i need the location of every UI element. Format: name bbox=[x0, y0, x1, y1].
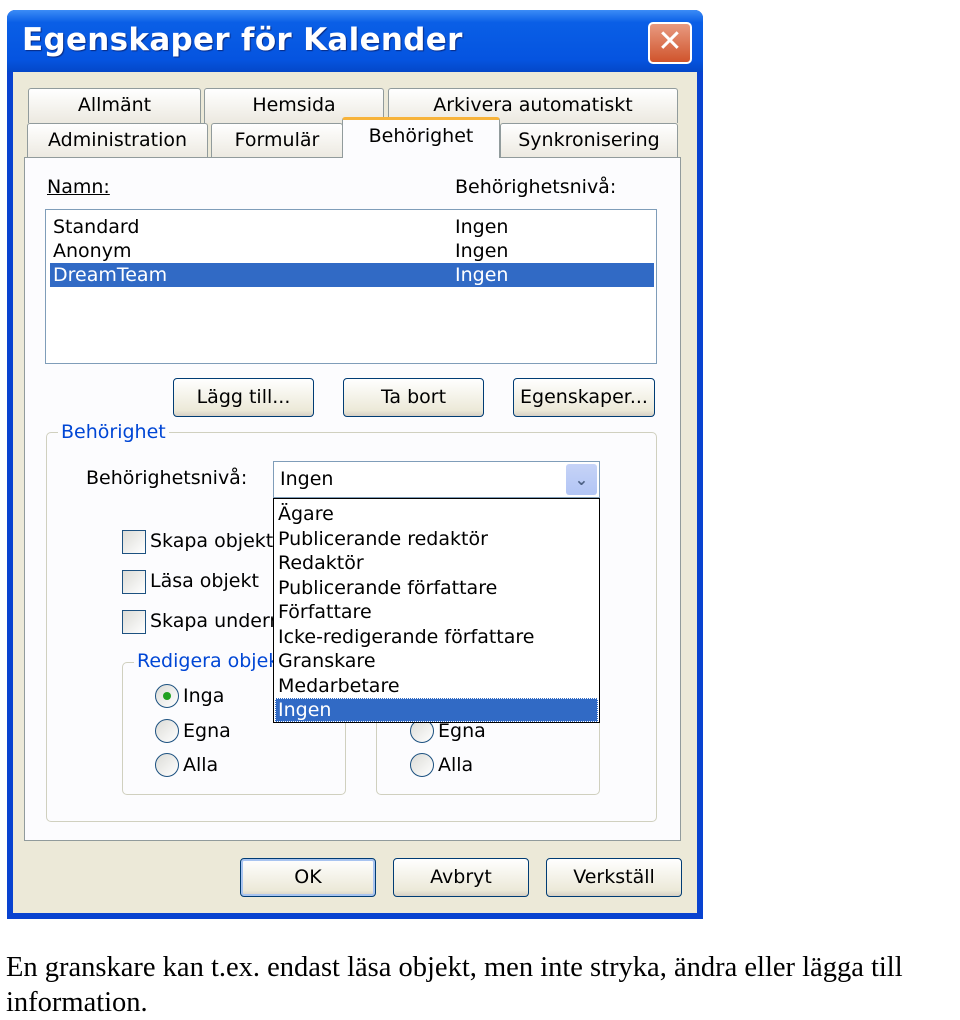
read-items-label: Läsa objekt bbox=[150, 570, 259, 592]
row-name: Anonym bbox=[53, 240, 132, 262]
option-granskare[interactable]: Granskare bbox=[275, 649, 598, 673]
create-subfolders-label: Skapa underm bbox=[150, 610, 288, 632]
row-name: DreamTeam bbox=[53, 264, 168, 286]
tab-synkronisering[interactable]: Synkronisering bbox=[500, 123, 678, 158]
option-forfattare[interactable]: Författare bbox=[275, 600, 598, 624]
permission-group-title: Behörighet bbox=[58, 421, 169, 443]
level-combobox[interactable]: Ingen ⌄ bbox=[273, 461, 600, 498]
edit-none-radio[interactable] bbox=[155, 684, 179, 708]
close-icon: ✕ bbox=[657, 24, 683, 59]
create-subfolders-checkbox[interactable] bbox=[122, 610, 146, 634]
close-button[interactable]: ✕ bbox=[648, 22, 692, 64]
add-button[interactable]: Lägg till... bbox=[173, 378, 314, 417]
option-publicerande-forfattare[interactable]: Publicerande författare bbox=[275, 576, 598, 600]
row-level: Ingen bbox=[455, 216, 509, 238]
delete-all-radio[interactable] bbox=[410, 753, 434, 777]
edit-own-label: Egna bbox=[183, 720, 231, 742]
edit-all-label: Alla bbox=[183, 754, 219, 776]
delete-all-label: Alla bbox=[438, 754, 474, 776]
tab-administration[interactable]: Administration bbox=[27, 123, 208, 158]
properties-button[interactable]: Egenskaper... bbox=[513, 378, 655, 417]
name-column-header: Namn: bbox=[47, 176, 110, 198]
option-ingen-selected[interactable]: Ingen bbox=[275, 698, 598, 722]
edit-items-group-title: Redigera objek bbox=[134, 650, 283, 672]
chevron-down-icon[interactable]: ⌄ bbox=[566, 464, 597, 495]
read-items-checkbox[interactable] bbox=[122, 570, 146, 594]
option-medarbetare[interactable]: Medarbetare bbox=[275, 674, 598, 698]
window-title: Egenskaper för Kalender bbox=[22, 22, 463, 58]
apply-button[interactable]: Verkställ bbox=[546, 858, 682, 897]
level-column-header: Behörighetsnivå: bbox=[455, 176, 617, 198]
edit-all-radio[interactable] bbox=[155, 753, 179, 777]
cancel-button[interactable]: Avbryt bbox=[393, 858, 529, 897]
delete-own-label: Egna bbox=[438, 720, 486, 742]
list-row-selected[interactable]: DreamTeam Ingen bbox=[50, 263, 654, 287]
edit-none-label: Inga bbox=[183, 685, 225, 707]
option-agare[interactable]: Ägare bbox=[275, 502, 598, 526]
create-items-label: Skapa objekt bbox=[150, 530, 274, 552]
option-publicerande-redaktor[interactable]: Publicerande redaktör bbox=[275, 527, 598, 551]
row-name: Standard bbox=[53, 216, 140, 238]
tab-formular[interactable]: Formulär bbox=[211, 123, 343, 158]
row-level: Ingen bbox=[455, 240, 509, 262]
remove-button[interactable]: Ta bort bbox=[343, 378, 484, 417]
permissions-listbox[interactable]: Standard Ingen Anonym Ingen DreamTeam Ingen bbox=[45, 209, 657, 364]
list-row[interactable]: Anonym Ingen bbox=[50, 239, 654, 263]
edit-own-radio[interactable] bbox=[155, 719, 179, 743]
level-label: Behörighetsnivå: bbox=[86, 467, 248, 489]
list-row[interactable]: Standard Ingen bbox=[50, 215, 654, 239]
tab-behorighet[interactable]: Behörighet bbox=[342, 117, 500, 158]
ok-button[interactable]: OK bbox=[240, 858, 376, 897]
option-redaktor[interactable]: Redaktör bbox=[275, 551, 598, 575]
tab-allmant[interactable]: Allmänt bbox=[28, 88, 201, 123]
create-items-checkbox[interactable] bbox=[122, 530, 146, 554]
level-dropdown-list[interactable]: Ägare Publicerande redaktör Redaktör Pub… bbox=[273, 498, 600, 723]
caption-text: En granskare kan t.ex. endast läsa objek… bbox=[6, 952, 903, 1018]
row-level: Ingen bbox=[455, 264, 509, 286]
option-icke-redigerande-forfattare[interactable]: Icke-redigerande författare bbox=[275, 625, 598, 649]
combo-value: Ingen bbox=[280, 468, 334, 490]
